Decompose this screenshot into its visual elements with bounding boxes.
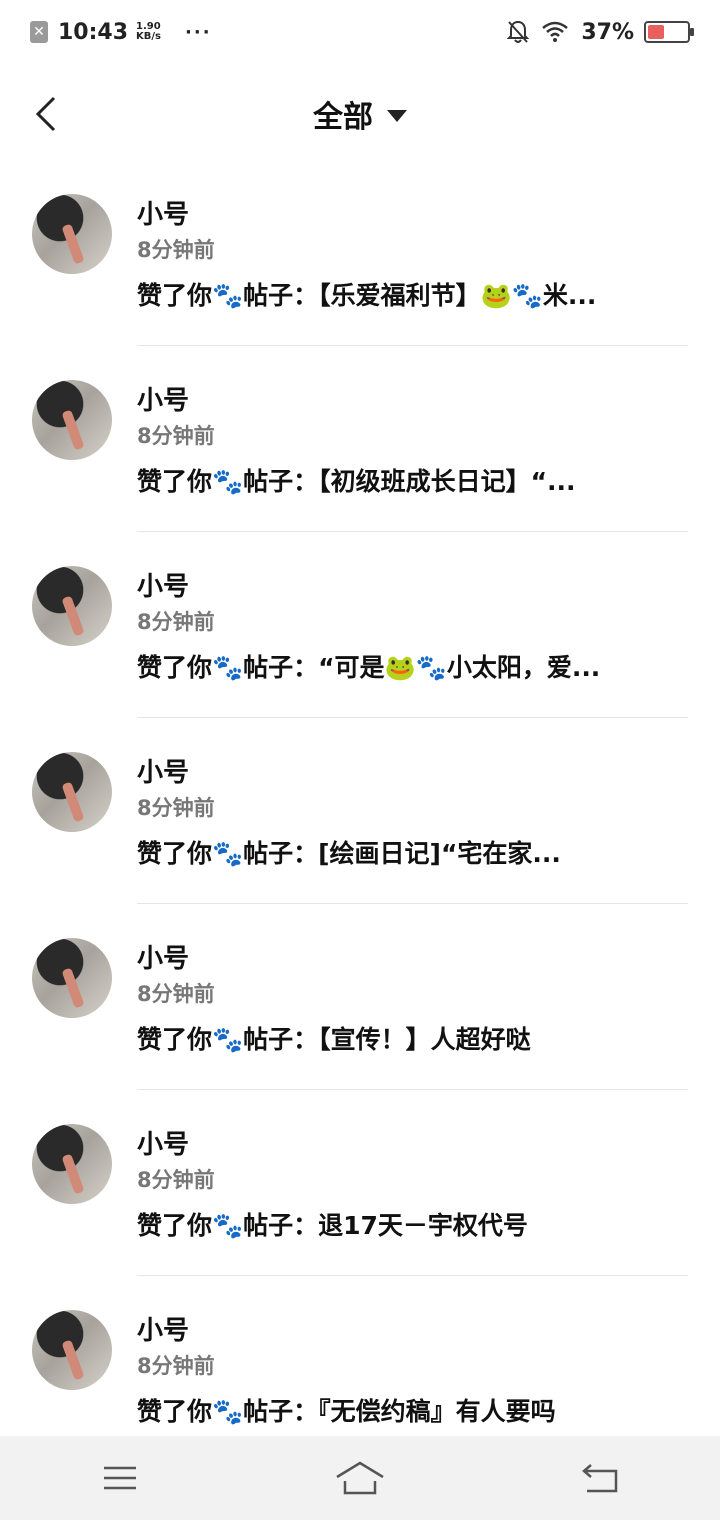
user-name[interactable]: 小号 (137, 1310, 189, 1347)
notification-content[interactable]: 赞了你🐾帖子：“可是🐸🐾小太阳，爱... (137, 648, 600, 684)
avatar[interactable] (32, 1124, 112, 1204)
chevron-left-icon (35, 96, 56, 132)
battery-percent: 37% (581, 19, 634, 45)
avatar[interactable] (32, 566, 112, 646)
menu-button[interactable] (80, 1448, 160, 1508)
user-name[interactable]: 小号 (137, 1124, 189, 1161)
return-icon (582, 1464, 618, 1493)
back-button[interactable] (34, 94, 66, 134)
timestamp: 8分钟前 (137, 424, 215, 448)
timestamp: 8分钟前 (137, 796, 215, 820)
avatar[interactable] (32, 938, 112, 1018)
notification-content[interactable]: 赞了你🐾帖子：【宣传！】人超好哒 (137, 1020, 531, 1056)
notification-content[interactable]: 赞了你🐾帖子：[绘画日记]“宅在家... (137, 834, 561, 870)
user-name[interactable]: 小号 (137, 380, 189, 417)
header: 全部 (0, 72, 720, 156)
menu-icon (104, 1466, 136, 1490)
avatar[interactable] (32, 1310, 112, 1390)
caret-down-icon (387, 110, 407, 122)
avatar[interactable] (32, 194, 112, 274)
user-name[interactable]: 小号 (137, 752, 189, 789)
timestamp: 8分钟前 (137, 1168, 215, 1192)
no-sim-icon: ✕ (30, 21, 48, 43)
list-item[interactable]: 小号 8分钟前 赞了你🐾帖子：[绘画日记]“宅在家... (0, 718, 720, 904)
list-item[interactable]: 小号 8分钟前 赞了你🐾帖子：“可是🐸🐾小太阳，爱... (0, 532, 720, 718)
status-time: 10:43 (58, 19, 129, 45)
list-item[interactable]: 小号 8分钟前 赞了你🐾帖子：退17天－宇权代号 (0, 1090, 720, 1276)
bell-off-icon (507, 20, 530, 43)
network-speed: 1.90 KB/s (136, 21, 162, 42)
notification-content[interactable]: 赞了你🐾帖子：【乐爱福利节】🐸🐾米... (137, 276, 596, 312)
wifi-icon (542, 21, 569, 42)
home-icon (336, 1461, 384, 1495)
page-title: 全部 (313, 100, 373, 135)
more-notifications-icon: ··· (185, 21, 212, 43)
avatar[interactable] (32, 752, 112, 832)
user-name[interactable]: 小号 (137, 938, 189, 975)
timestamp: 8分钟前 (137, 238, 215, 262)
status-bar: ✕ 10:43 1.90 KB/s ··· 37% (0, 0, 720, 64)
avatar[interactable] (32, 380, 112, 460)
timestamp: 8分钟前 (137, 982, 215, 1006)
notification-list: 小号 8分钟前 赞了你🐾帖子：【乐爱福利节】🐸🐾米... 小号 8分钟前 赞了你… (0, 160, 720, 1462)
home-button[interactable] (320, 1448, 400, 1508)
timestamp: 8分钟前 (137, 1354, 215, 1378)
return-button[interactable] (560, 1448, 640, 1508)
list-item[interactable]: 小号 8分钟前 赞了你🐾帖子：【宣传！】人超好哒 (0, 904, 720, 1090)
user-name[interactable]: 小号 (137, 194, 189, 231)
filter-dropdown[interactable]: 全部 (313, 92, 407, 136)
list-item[interactable]: 小号 8分钟前 赞了你🐾帖子：『无偿约稿』有人要吗 (0, 1276, 720, 1462)
notification-content[interactable]: 赞了你🐾帖子：退17天－宇权代号 (137, 1206, 528, 1242)
user-name[interactable]: 小号 (137, 566, 189, 603)
notification-content[interactable]: 赞了你🐾帖子：【初级班成长日记】“... (137, 462, 576, 498)
notification-content[interactable]: 赞了你🐾帖子：『无偿约稿』有人要吗 (137, 1392, 556, 1428)
battery-icon (644, 21, 694, 43)
system-nav-bar (0, 1436, 720, 1520)
timestamp: 8分钟前 (137, 610, 215, 634)
list-item[interactable]: 小号 8分钟前 赞了你🐾帖子：【初级班成长日记】“... (0, 346, 720, 532)
list-item[interactable]: 小号 8分钟前 赞了你🐾帖子：【乐爱福利节】🐸🐾米... (0, 160, 720, 346)
